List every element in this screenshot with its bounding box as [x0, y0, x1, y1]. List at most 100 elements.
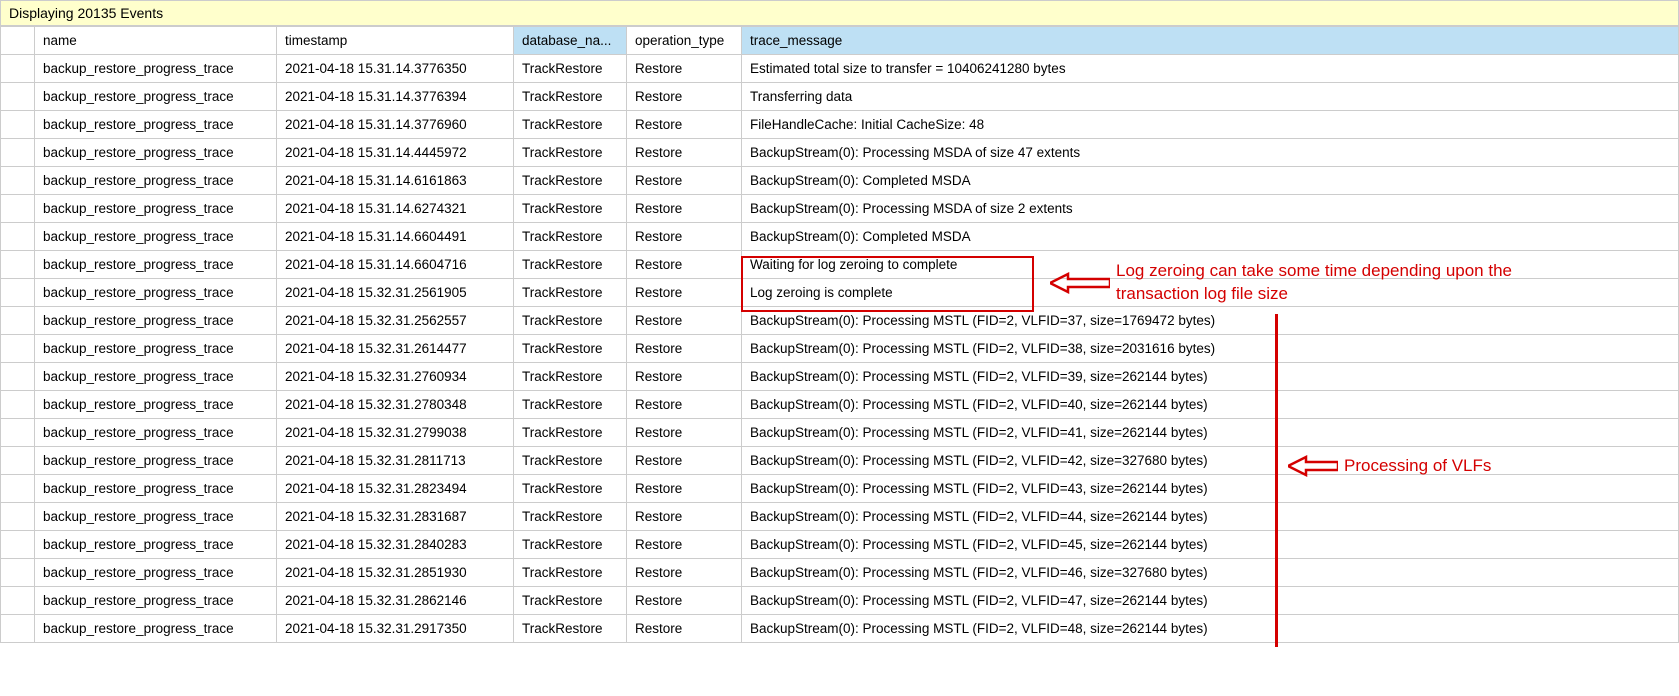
table-row[interactable]: backup_restore_progress_trace2021-04-18 … [1, 447, 1679, 475]
row-gutter [1, 335, 35, 363]
cell-name: backup_restore_progress_trace [35, 615, 277, 643]
cell-database-name: TrackRestore [514, 559, 627, 587]
cell-trace-message: BackupStream(0): Processing MSDA of size… [742, 195, 1679, 223]
row-gutter [1, 111, 35, 139]
table-row[interactable]: backup_restore_progress_trace2021-04-18 … [1, 139, 1679, 167]
cell-operation-type: Restore [627, 55, 742, 83]
cell-database-name: TrackRestore [514, 363, 627, 391]
table-row[interactable]: backup_restore_progress_trace2021-04-18 … [1, 503, 1679, 531]
cell-name: backup_restore_progress_trace [35, 139, 277, 167]
table-row[interactable]: backup_restore_progress_trace2021-04-18 … [1, 475, 1679, 503]
table-row[interactable]: backup_restore_progress_trace2021-04-18 … [1, 251, 1679, 279]
cell-operation-type: Restore [627, 447, 742, 475]
row-gutter [1, 587, 35, 615]
cell-timestamp: 2021-04-18 15.32.31.2862146 [277, 587, 514, 615]
cell-operation-type: Restore [627, 363, 742, 391]
row-gutter [1, 559, 35, 587]
col-timestamp[interactable]: timestamp [277, 27, 514, 55]
col-name[interactable]: name [35, 27, 277, 55]
table-row[interactable]: backup_restore_progress_trace2021-04-18 … [1, 615, 1679, 643]
cell-name: backup_restore_progress_trace [35, 363, 277, 391]
row-gutter [1, 363, 35, 391]
table-row[interactable]: backup_restore_progress_trace2021-04-18 … [1, 83, 1679, 111]
cell-trace-message: BackupStream(0): Processing MSTL (FID=2,… [742, 419, 1679, 447]
row-gutter [1, 475, 35, 503]
table-row[interactable]: backup_restore_progress_trace2021-04-18 … [1, 419, 1679, 447]
cell-name: backup_restore_progress_trace [35, 391, 277, 419]
cell-timestamp: 2021-04-18 15.32.31.2760934 [277, 363, 514, 391]
cell-operation-type: Restore [627, 335, 742, 363]
cell-database-name: TrackRestore [514, 307, 627, 335]
cell-timestamp: 2021-04-18 15.31.14.3776350 [277, 55, 514, 83]
table-row[interactable]: backup_restore_progress_trace2021-04-18 … [1, 307, 1679, 335]
gutter-header[interactable] [1, 27, 35, 55]
row-gutter [1, 195, 35, 223]
row-gutter [1, 251, 35, 279]
cell-database-name: TrackRestore [514, 447, 627, 475]
cell-database-name: TrackRestore [514, 531, 627, 559]
cell-timestamp: 2021-04-18 15.32.31.2799038 [277, 419, 514, 447]
cell-trace-message: BackupStream(0): Processing MSTL (FID=2,… [742, 335, 1679, 363]
table-row[interactable]: backup_restore_progress_trace2021-04-18 … [1, 363, 1679, 391]
cell-operation-type: Restore [627, 307, 742, 335]
cell-database-name: TrackRestore [514, 111, 627, 139]
header-row: name timestamp database_na... operation_… [1, 27, 1679, 55]
cell-trace-message: BackupStream(0): Processing MSDA of size… [742, 139, 1679, 167]
row-gutter [1, 139, 35, 167]
cell-timestamp: 2021-04-18 15.31.14.6604716 [277, 251, 514, 279]
cell-database-name: TrackRestore [514, 419, 627, 447]
row-gutter [1, 615, 35, 643]
cell-name: backup_restore_progress_trace [35, 223, 277, 251]
row-gutter [1, 167, 35, 195]
cell-trace-message: Estimated total size to transfer = 10406… [742, 55, 1679, 83]
table-row[interactable]: backup_restore_progress_trace2021-04-18 … [1, 55, 1679, 83]
cell-name: backup_restore_progress_trace [35, 251, 277, 279]
cell-trace-message: BackupStream(0): Processing MSTL (FID=2,… [742, 307, 1679, 335]
cell-timestamp: 2021-04-18 15.32.31.2851930 [277, 559, 514, 587]
cell-timestamp: 2021-04-18 15.31.14.4445972 [277, 139, 514, 167]
cell-timestamp: 2021-04-18 15.32.31.2917350 [277, 615, 514, 643]
table-row[interactable]: backup_restore_progress_trace2021-04-18 … [1, 531, 1679, 559]
cell-trace-message: BackupStream(0): Processing MSTL (FID=2,… [742, 503, 1679, 531]
cell-timestamp: 2021-04-18 15.31.14.6161863 [277, 167, 514, 195]
cell-timestamp: 2021-04-18 15.32.31.2823494 [277, 475, 514, 503]
cell-database-name: TrackRestore [514, 83, 627, 111]
cell-name: backup_restore_progress_trace [35, 111, 277, 139]
cell-name: backup_restore_progress_trace [35, 167, 277, 195]
table-row[interactable]: backup_restore_progress_trace2021-04-18 … [1, 335, 1679, 363]
table-row[interactable]: backup_restore_progress_trace2021-04-18 … [1, 167, 1679, 195]
cell-operation-type: Restore [627, 531, 742, 559]
cell-name: backup_restore_progress_trace [35, 531, 277, 559]
table-row[interactable]: backup_restore_progress_trace2021-04-18 … [1, 587, 1679, 615]
row-gutter [1, 307, 35, 335]
cell-operation-type: Restore [627, 475, 742, 503]
cell-trace-message: BackupStream(0): Completed MSDA [742, 167, 1679, 195]
table-row[interactable]: backup_restore_progress_trace2021-04-18 … [1, 195, 1679, 223]
cell-database-name: TrackRestore [514, 615, 627, 643]
cell-trace-message: BackupStream(0): Processing MSTL (FID=2,… [742, 391, 1679, 419]
row-gutter [1, 55, 35, 83]
col-operation-type[interactable]: operation_type [627, 27, 742, 55]
cell-database-name: TrackRestore [514, 251, 627, 279]
cell-operation-type: Restore [627, 251, 742, 279]
row-gutter [1, 447, 35, 475]
table-row[interactable]: backup_restore_progress_trace2021-04-18 … [1, 111, 1679, 139]
table-row[interactable]: backup_restore_progress_trace2021-04-18 … [1, 223, 1679, 251]
cell-operation-type: Restore [627, 559, 742, 587]
cell-name: backup_restore_progress_trace [35, 503, 277, 531]
table-row[interactable]: backup_restore_progress_trace2021-04-18 … [1, 279, 1679, 307]
table-row[interactable]: backup_restore_progress_trace2021-04-18 … [1, 391, 1679, 419]
cell-database-name: TrackRestore [514, 391, 627, 419]
events-table[interactable]: name timestamp database_na... operation_… [0, 26, 1679, 643]
col-trace-message[interactable]: trace_message [742, 27, 1679, 55]
cell-trace-message: BackupStream(0): Processing MSTL (FID=2,… [742, 615, 1679, 643]
col-database-name[interactable]: database_na... [514, 27, 627, 55]
table-row[interactable]: backup_restore_progress_trace2021-04-18 … [1, 559, 1679, 587]
row-gutter [1, 83, 35, 111]
cell-trace-message: BackupStream(0): Processing MSTL (FID=2,… [742, 475, 1679, 503]
cell-database-name: TrackRestore [514, 587, 627, 615]
cell-name: backup_restore_progress_trace [35, 559, 277, 587]
cell-name: backup_restore_progress_trace [35, 195, 277, 223]
cell-database-name: TrackRestore [514, 503, 627, 531]
cell-timestamp: 2021-04-18 15.32.31.2840283 [277, 531, 514, 559]
